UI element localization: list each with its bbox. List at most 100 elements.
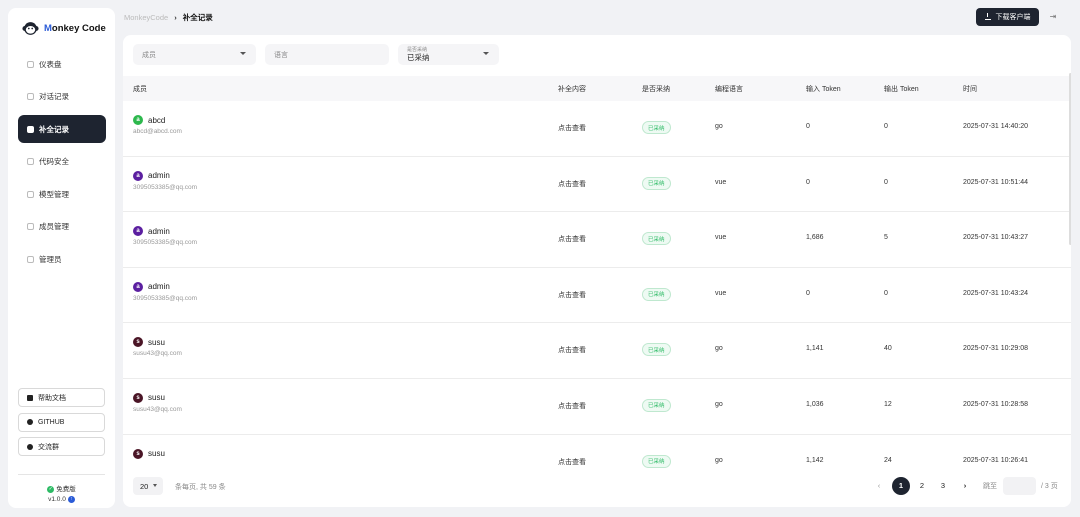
sidebar-item-label: 模型管理 [39, 189, 69, 199]
completion-table: 成员 补全内容 是否采纳 编程语言 输入 Token 输出 Token 时间 a… [123, 76, 1071, 491]
member-line: s susu [133, 392, 182, 403]
logout-icon[interactable]: ⇥ [1048, 12, 1058, 22]
chevron-down-icon [240, 52, 246, 55]
table-row[interactable]: a admin 3095053385@qq.com 点击查看 已采纳 vue 0 0 2025-… [123, 268, 1071, 324]
help-docs-button[interactable]: 帮助文档 [18, 388, 105, 407]
download-icon [984, 13, 991, 20]
language-cell: go [715, 400, 723, 408]
table-row[interactable]: a admin 3095053385@qq.com 点击查看 已采纳 vue 0 0 2025-… [123, 157, 1071, 213]
language-filter-input[interactable]: 语言 [265, 44, 389, 65]
input-token-cell: 0 [806, 178, 810, 186]
completion-icon [27, 125, 34, 133]
member-cell: a admin 3095053385@qq.com [133, 281, 197, 302]
community-button[interactable]: 交流群 [18, 437, 105, 456]
member-line: a admin [133, 226, 197, 237]
member-email: 3095053385@qq.com [133, 239, 198, 247]
time-cell: 2025-07-31 10:26:41 [963, 456, 1028, 464]
status-badge: 已采纳 [642, 398, 671, 412]
page-size-select[interactable]: 20 [133, 477, 163, 495]
chevron-down-icon [483, 52, 489, 55]
page-button-2[interactable]: 2 [913, 477, 931, 495]
status-badge: 已采纳 [642, 454, 671, 468]
logo[interactable]: Monkey Code [22, 20, 106, 37]
plan-badge: ✓ 免费版 [8, 483, 115, 493]
language-filter-placeholder: 语言 [274, 51, 288, 59]
table-row[interactable]: s susu susu43@qq.com 点击查看 已采纳 go 1,141 40 2025-0… [123, 323, 1071, 379]
view-content-link[interactable]: 点击查看 [558, 457, 586, 467]
time-cell: 2025-07-31 14:40:20 [963, 123, 1028, 130]
table-row[interactable]: a admin 3095053385@qq.com 点击查看 已采纳 vue 1,686 5 2… [123, 212, 1071, 268]
adopted-cell: 已采纳 [642, 176, 671, 190]
github-button[interactable]: GITHUB [18, 412, 105, 432]
member-filter-select[interactable]: 成员 [133, 44, 256, 65]
sidebar-item-label: 管理员 [39, 254, 62, 264]
breadcrumb-root[interactable]: MonkeyCode [124, 13, 168, 22]
sidebar-item-label: 补全记录 [39, 124, 69, 134]
adopted-filter-select[interactable]: 是否采纳 已采纳 [398, 44, 499, 65]
next-page-button[interactable]: › [956, 477, 974, 495]
sidebar-item-0[interactable]: 仪表盘 [18, 50, 106, 78]
download-label: 下载客户端 [995, 14, 1031, 21]
member-cell: s susu susu43@qq.com [133, 337, 182, 357]
view-content-link[interactable]: 点击查看 [558, 401, 586, 411]
download-client-button[interactable]: 下载客户端 [976, 8, 1039, 26]
member-filter-placeholder: 成员 [142, 51, 156, 59]
table-row[interactable]: a abcd abcd@abcd.com 点击查看 已采纳 go 0 0 2025-07-31 … [123, 101, 1071, 157]
avatar: s [133, 392, 143, 403]
sidebar-item-4[interactable]: 模型管理 [18, 180, 106, 208]
app-name: Monkey Code [44, 23, 106, 34]
sidebar-item-5[interactable]: 成员管理 [18, 213, 106, 241]
output-token-cell: 12 [884, 400, 892, 408]
view-content-link[interactable]: 点击查看 [558, 290, 586, 300]
avatar: a [133, 281, 143, 292]
output-token-cell: 0 [884, 289, 888, 297]
member-name: susu [148, 393, 165, 403]
sidebar: Monkey Code 仪表盘对话记录补全记录代码安全模型管理成员管理管理员 帮… [8, 8, 115, 508]
version-info[interactable]: v1.0.0 ↑ [8, 496, 115, 503]
member-name: admin [148, 171, 170, 181]
prev-page-button[interactable]: ‹ [870, 477, 888, 495]
time-cell: 2025-07-31 10:51:44 [963, 178, 1028, 186]
output-token-cell: 24 [884, 456, 892, 464]
sidebar-item-3[interactable]: 代码安全 [18, 148, 106, 176]
community-label: 交流群 [38, 443, 59, 451]
table-row[interactable]: s susu susu43@qq.com 点击查看 已采纳 go 1,036 12 2025-0… [123, 379, 1071, 435]
document-icon [27, 394, 33, 401]
output-token-cell: 0 [884, 123, 888, 130]
upgrade-icon[interactable]: ↑ [67, 496, 75, 503]
sidebar-item-label: 仪表盘 [39, 59, 62, 69]
view-content-link[interactable]: 点击查看 [558, 179, 586, 189]
github-label: GITHUB [38, 418, 65, 426]
view-content-link[interactable]: 点击查看 [558, 345, 586, 355]
sidebar-links: 帮助文档 GITHUB 交流群 [18, 388, 105, 462]
table-body: a abcd abcd@abcd.com 点击查看 已采纳 go 0 0 2025-07-31 … [123, 101, 1071, 491]
pagination: 20 条每页, 共 59 条 ‹ 1 2 3 › 跳至 / 3 页 [123, 473, 1071, 507]
header-member: 成员 [133, 86, 147, 93]
page-button-1[interactable]: 1 [892, 477, 910, 495]
header-adopted: 是否采纳 [642, 86, 670, 93]
help-docs-label: 帮助文档 [38, 394, 66, 402]
member-email: susu43@qq.com [133, 405, 182, 413]
goto-page-input[interactable] [1003, 477, 1036, 495]
member-name: admin [148, 226, 170, 236]
page-button-3[interactable]: 3 [934, 477, 952, 495]
member-line: s susu [133, 337, 182, 348]
sidebar-item-6[interactable]: 管理员 [18, 245, 106, 273]
view-content-link[interactable]: 点击查看 [558, 123, 586, 133]
sidebar-item-1[interactable]: 对话记录 [18, 83, 106, 111]
github-icon [27, 419, 33, 425]
monkey-logo-icon [22, 22, 39, 35]
page-info: 条每页, 共 59 条 [175, 484, 226, 491]
view-content-link[interactable]: 点击查看 [558, 234, 586, 244]
check-icon: ✓ [47, 485, 55, 493]
total-pages: / 3 页 [1041, 483, 1058, 490]
chevron-down-icon [153, 484, 157, 487]
time-cell: 2025-07-31 10:43:27 [963, 234, 1028, 242]
member-cell: s susu [133, 448, 165, 462]
scrollbar[interactable] [1069, 73, 1071, 245]
adopted-cell: 已采纳 [642, 121, 671, 134]
sidebar-item-2[interactable]: 补全记录 [18, 115, 106, 143]
member-cell: a abcd abcd@abcd.com [133, 115, 182, 135]
dashboard-icon [27, 60, 34, 68]
input-token-cell: 1,686 [806, 234, 824, 242]
